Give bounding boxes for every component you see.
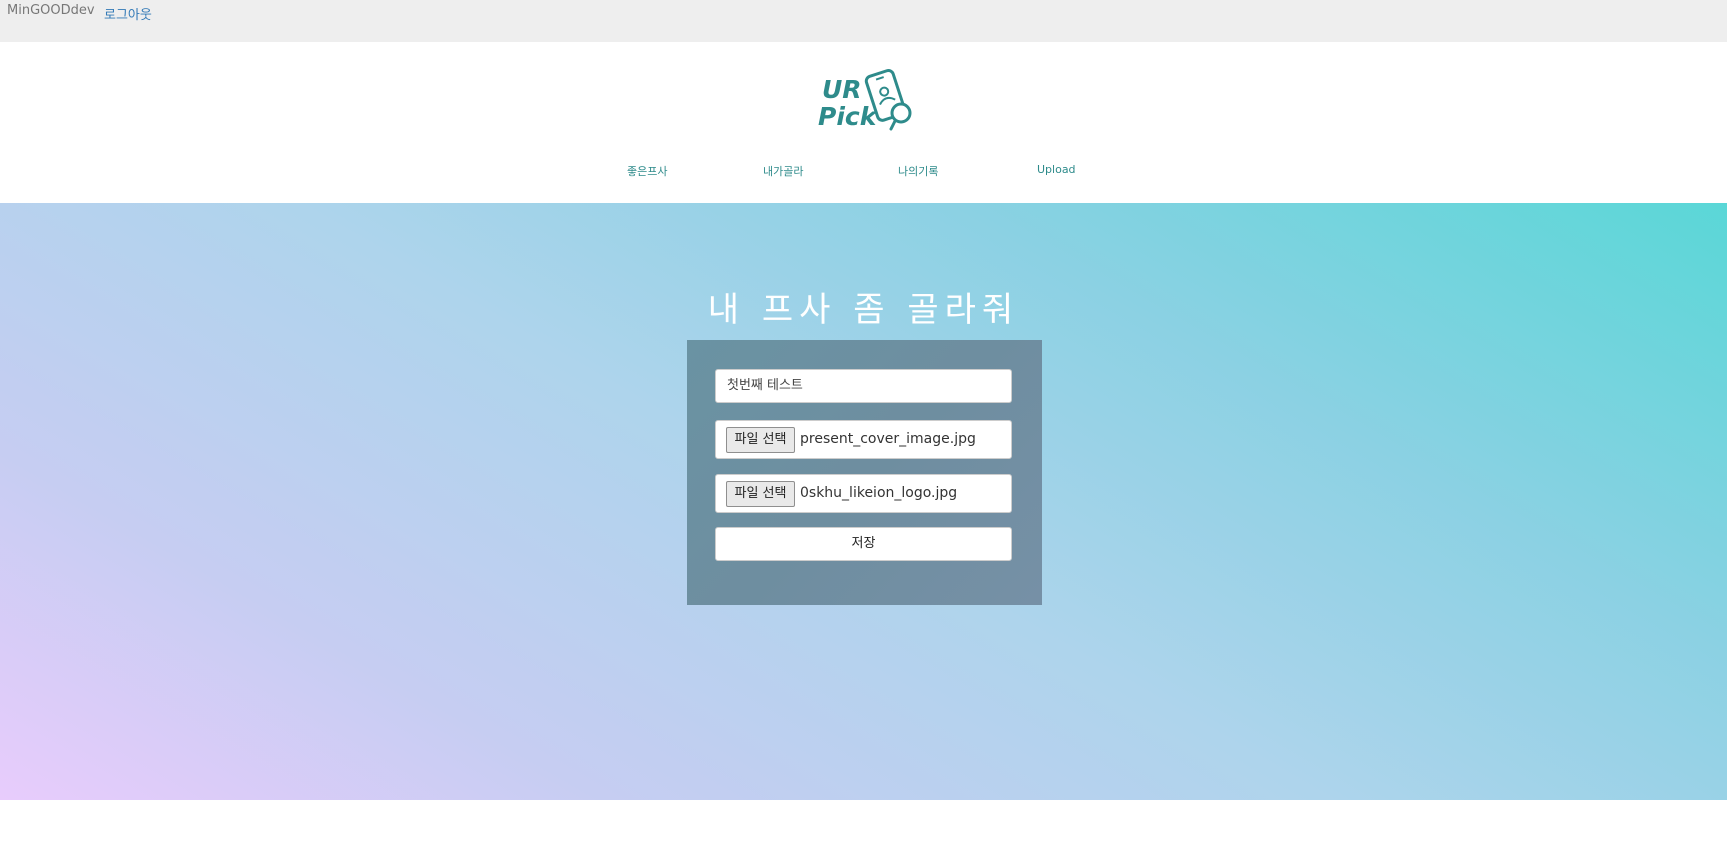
nav-item-my-history[interactable]: 나의기록 [898, 163, 938, 179]
nav-item-upload[interactable]: Upload [1037, 163, 1076, 176]
logo-text-pick: Pick [818, 102, 878, 131]
save-button[interactable]: 저장 [715, 527, 1012, 561]
urpick-logo[interactable]: UR Pick [817, 67, 913, 133]
top-bar: MinGOODdev 로그아웃 [0, 0, 1727, 42]
nav-item-good-profile[interactable]: 좋은프사 [627, 163, 667, 179]
choose-file-button-2[interactable]: 파일 선택 [726, 481, 795, 507]
page-title: 내 프사 좀 골라줘 [707, 290, 1020, 330]
file-name-1: present_cover_image.jpg [800, 431, 976, 447]
logo-phone-icon: UR Pick [818, 69, 912, 131]
site-header: UR Pick 좋은프사 내가골라 나의기록 Upload [0, 42, 1727, 203]
upload-form: 첫번째 테스트 파일 선택 present_cover_image.jpg 파일… [687, 340, 1042, 605]
file-input-2[interactable]: 파일 선택 0skhu_likeion_logo.jpg [715, 474, 1012, 513]
hero-section: 내 프사 좀 골라줘 첫번째 테스트 파일 선택 present_cover_i… [0, 203, 1727, 800]
logout-link[interactable]: 로그아웃 [104, 4, 152, 23]
main-nav: 좋은프사 내가골라 나의기록 Upload [0, 163, 1727, 183]
logo-text-ur: UR [822, 75, 862, 104]
username-label: MinGOODdev [7, 3, 95, 18]
title-input[interactable]: 첫번째 테스트 [715, 369, 1012, 403]
file-name-2: 0skhu_likeion_logo.jpg [800, 485, 958, 501]
nav-item-pick-for-me[interactable]: 내가골라 [763, 163, 803, 179]
file-input-1[interactable]: 파일 선택 present_cover_image.jpg [715, 420, 1012, 459]
choose-file-button-1[interactable]: 파일 선택 [726, 427, 795, 453]
